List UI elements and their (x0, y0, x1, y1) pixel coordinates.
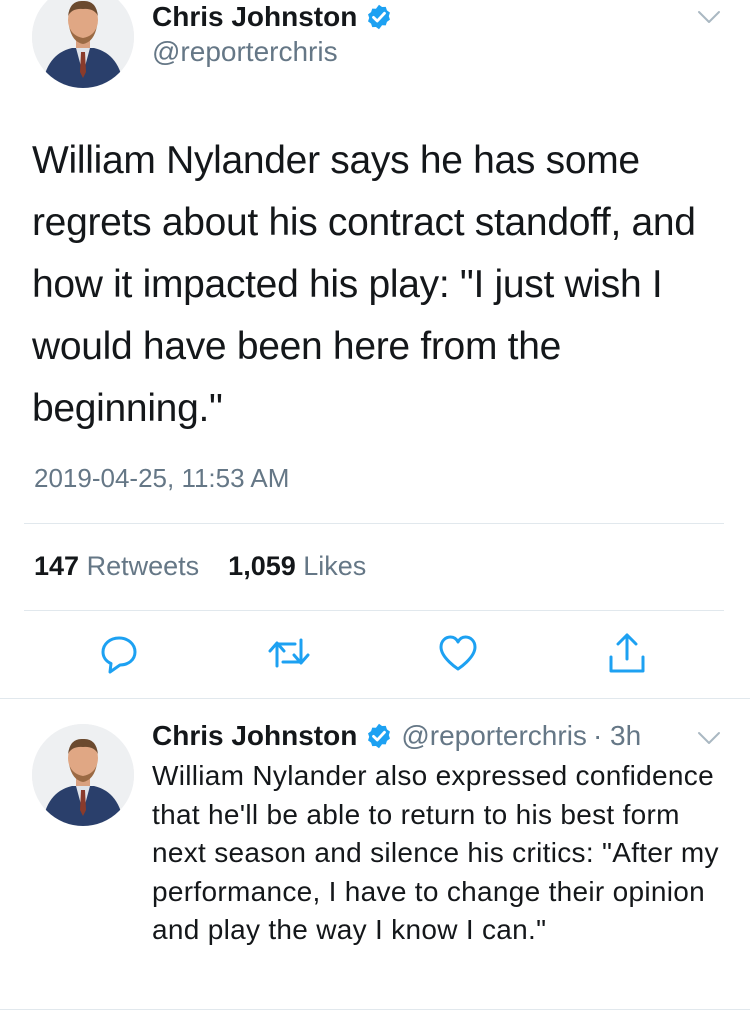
tweet-stats: 147 Retweets 1,059 Likes (34, 551, 366, 582)
share-icon (609, 633, 645, 673)
reply-author-avatar[interactable] (32, 724, 134, 826)
reply-time: · 3h (592, 720, 642, 751)
tweet-detail-page: Chris Johnston @reporterchris William Ny… (0, 0, 750, 1012)
reply-author-handle[interactable]: @reporterchris (401, 720, 587, 752)
tweet-action-bar (0, 630, 750, 682)
reply-author-display-name[interactable]: Chris Johnston (152, 720, 357, 752)
chevron-down-icon[interactable] (697, 731, 721, 745)
reply-icon (101, 636, 137, 674)
divider (24, 523, 724, 524)
like-icon (439, 635, 477, 671)
author-handle[interactable]: @reporterchris (152, 36, 338, 68)
divider (0, 1009, 750, 1010)
tweet-timestamp: 2019-04-25, 11:53 AM (34, 463, 290, 493)
likes-label: Likes (303, 551, 367, 581)
retweets-label: Retweets (86, 551, 200, 581)
divider (0, 698, 750, 699)
like-button[interactable] (435, 630, 481, 676)
retweets-stat[interactable]: 147 Retweets (34, 551, 207, 581)
reply-author-row[interactable]: Chris Johnston @reporterchris · 3h (152, 718, 641, 754)
author-display-name[interactable]: Chris Johnston (152, 1, 357, 33)
likes-stat[interactable]: 1,059 Likes (221, 551, 367, 581)
verified-badge-icon (368, 723, 391, 749)
divider (24, 610, 724, 611)
verified-badge-icon (368, 4, 391, 30)
retweet-icon (268, 638, 310, 668)
tweet-text: William Nylander says he has some regret… (32, 139, 696, 430)
author-avatar[interactable] (32, 0, 134, 88)
chevron-down-icon[interactable] (697, 10, 721, 24)
share-button[interactable] (604, 630, 650, 676)
retweets-count: 147 (34, 551, 80, 581)
reply-tweet-text: William Nylander also expressed confiden… (152, 760, 719, 945)
main-tweet-header: Chris Johnston @reporterchris (0, 0, 750, 100)
author-name-row[interactable]: Chris Johnston (152, 0, 393, 34)
reply-button[interactable] (96, 630, 142, 676)
likes-count: 1,059 (228, 551, 296, 581)
retweet-button[interactable] (266, 630, 312, 676)
